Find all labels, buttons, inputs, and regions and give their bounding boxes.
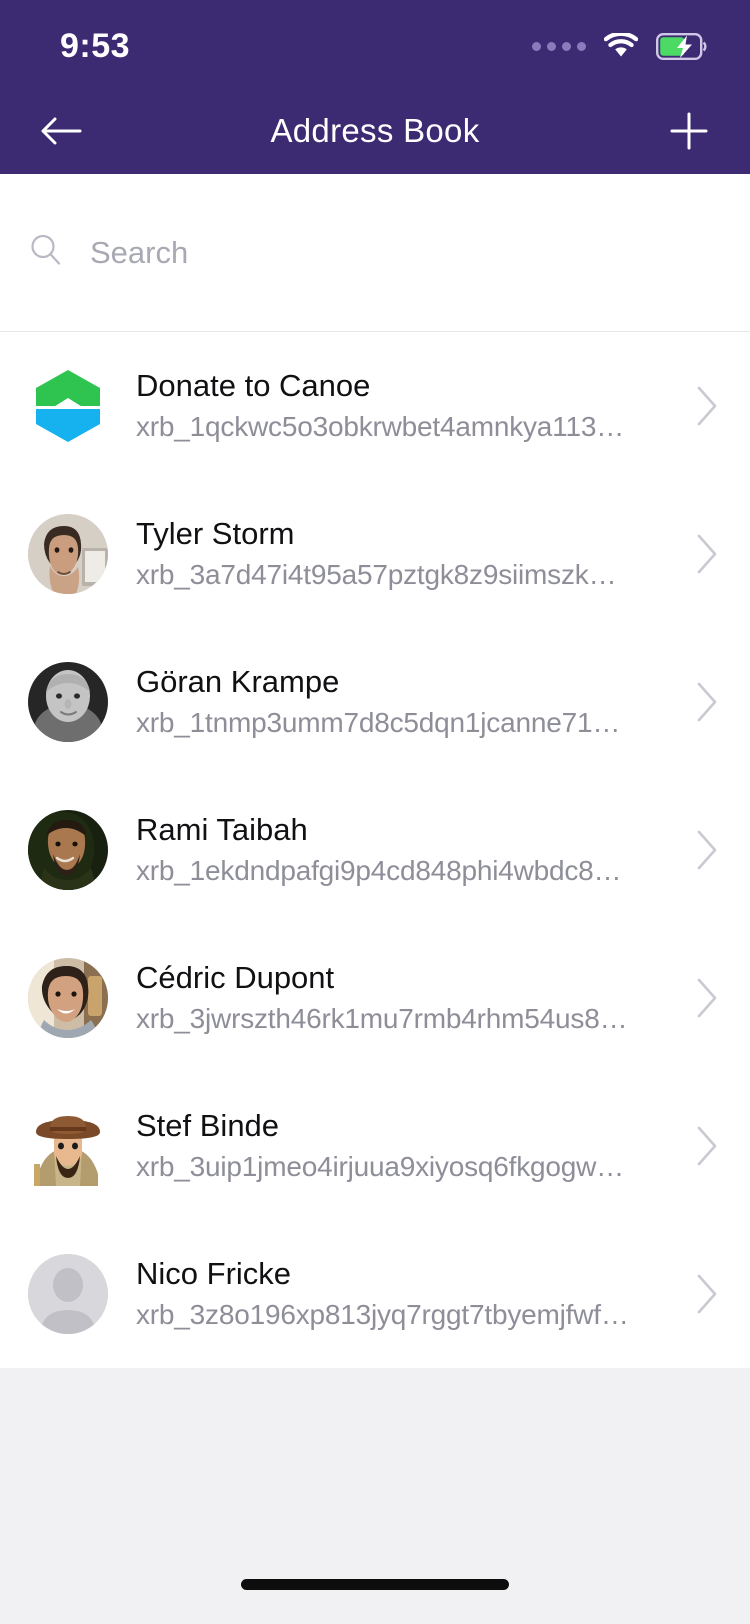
chevron-right-icon[interactable] bbox=[692, 1272, 722, 1316]
chevron-right-icon[interactable] bbox=[692, 1124, 722, 1168]
contact-text: Göran Krampe xrb_1tnmp3umm7d8c5dqn1jcann… bbox=[136, 665, 674, 739]
avatar bbox=[28, 514, 108, 594]
contact-name: Cédric Dupont bbox=[136, 961, 335, 996]
contact-name: Donate to Canoe bbox=[136, 369, 371, 404]
contact-text: Cédric Dupont xrb_3jwrszth46rk1mu7rmb4rh… bbox=[136, 961, 674, 1035]
search-icon bbox=[28, 232, 90, 273]
avatar bbox=[28, 1106, 108, 1186]
battery-charging-icon bbox=[656, 32, 708, 60]
avatar bbox=[28, 662, 108, 742]
chevron-right-icon[interactable] bbox=[692, 828, 722, 872]
contact-row-donate-to-canoe[interactable]: Donate to Canoe xrb_1qckwc5o3obkrwbet4am… bbox=[0, 332, 750, 480]
contact-address: xrb_3a7d47i4t95a57pztgk8z9siimszk… bbox=[136, 560, 617, 591]
wifi-icon bbox=[604, 33, 638, 59]
contact-text: Donate to Canoe xrb_1qckwc5o3obkrwbet4am… bbox=[136, 369, 674, 443]
home-indicator[interactable] bbox=[241, 1579, 509, 1590]
chevron-right-icon[interactable] bbox=[692, 680, 722, 724]
chevron-right-icon[interactable] bbox=[692, 384, 722, 428]
contact-text: Nico Fricke xrb_3z8o196xp813jyq7rggt7tby… bbox=[136, 1257, 674, 1331]
arrow-left-icon bbox=[40, 116, 82, 146]
page-title: Address Book bbox=[270, 112, 480, 149]
contact-text: Tyler Storm xrb_3a7d47i4t95a57pztgk8z9si… bbox=[136, 517, 674, 591]
avatar bbox=[28, 958, 108, 1038]
app-screen: 9:53 Address Book Search Donate to Canoe… bbox=[0, 0, 750, 1624]
contact-row-goran-krampe[interactable]: Göran Krampe xrb_1tnmp3umm7d8c5dqn1jcann… bbox=[0, 628, 750, 776]
contact-name: Nico Fricke bbox=[136, 1257, 292, 1292]
bottom-area bbox=[0, 1368, 750, 1624]
contact-address: xrb_3uip1jmeo4irjuua9xiyosq6fkgogw… bbox=[136, 1152, 624, 1183]
contact-name: Tyler Storm bbox=[136, 517, 295, 552]
status-time: 9:53 bbox=[60, 27, 131, 65]
search-input[interactable] bbox=[90, 234, 722, 271]
contact-text: Rami Taibah xrb_1ekdndpafgi9p4cd848phi4w… bbox=[136, 813, 674, 887]
signal-dots-icon bbox=[532, 41, 586, 51]
search-bar[interactable] bbox=[0, 174, 750, 332]
contact-row-rami-taibah[interactable]: Rami Taibah xrb_1ekdndpafgi9p4cd848phi4w… bbox=[0, 776, 750, 924]
contact-name: Rami Taibah bbox=[136, 813, 308, 848]
plus-icon bbox=[669, 111, 709, 151]
chevron-right-icon[interactable] bbox=[692, 532, 722, 576]
contact-list: Donate to Canoe xrb_1qckwc5o3obkrwbet4am… bbox=[0, 332, 750, 1368]
contact-address: xrb_3z8o196xp813jyq7rggt7tbyemjfwf… bbox=[136, 1300, 629, 1331]
add-contact-button[interactable] bbox=[658, 100, 720, 162]
contact-row-nico-fricke[interactable]: Nico Fricke xrb_3z8o196xp813jyq7rggt7tby… bbox=[0, 1220, 750, 1368]
contact-text: Stef Binde xrb_3uip1jmeo4irjuua9xiyosq6f… bbox=[136, 1109, 674, 1183]
contact-row-tyler-storm[interactable]: Tyler Storm xrb_3a7d47i4t95a57pztgk8z9si… bbox=[0, 480, 750, 628]
contact-address: xrb_1ekdndpafgi9p4cd848phi4wbdc8… bbox=[136, 856, 622, 887]
status-bar: 9:53 bbox=[0, 0, 750, 88]
contact-address: xrb_1qckwc5o3obkrwbet4amnkya113… bbox=[136, 412, 625, 443]
contact-row-stef-binde[interactable]: Stef Binde xrb_3uip1jmeo4irjuua9xiyosq6f… bbox=[0, 1072, 750, 1220]
contact-name: Stef Binde bbox=[136, 1109, 280, 1144]
canoe-logo-icon bbox=[28, 366, 108, 446]
avatar-placeholder-icon bbox=[28, 1254, 108, 1334]
contact-row-cedric-dupont[interactable]: Cédric Dupont xrb_3jwrszth46rk1mu7rmb4rh… bbox=[0, 924, 750, 1072]
navigation-bar: Address Book bbox=[0, 88, 750, 174]
back-button[interactable] bbox=[30, 100, 92, 162]
status-indicators bbox=[532, 29, 708, 60]
contact-name: Göran Krampe bbox=[136, 665, 340, 700]
avatar bbox=[28, 810, 108, 890]
contact-address: xrb_1tnmp3umm7d8c5dqn1jcanne71… bbox=[136, 708, 621, 739]
chevron-right-icon[interactable] bbox=[692, 976, 722, 1020]
contact-address: xrb_3jwrszth46rk1mu7rmb4rhm54us8… bbox=[136, 1004, 628, 1035]
